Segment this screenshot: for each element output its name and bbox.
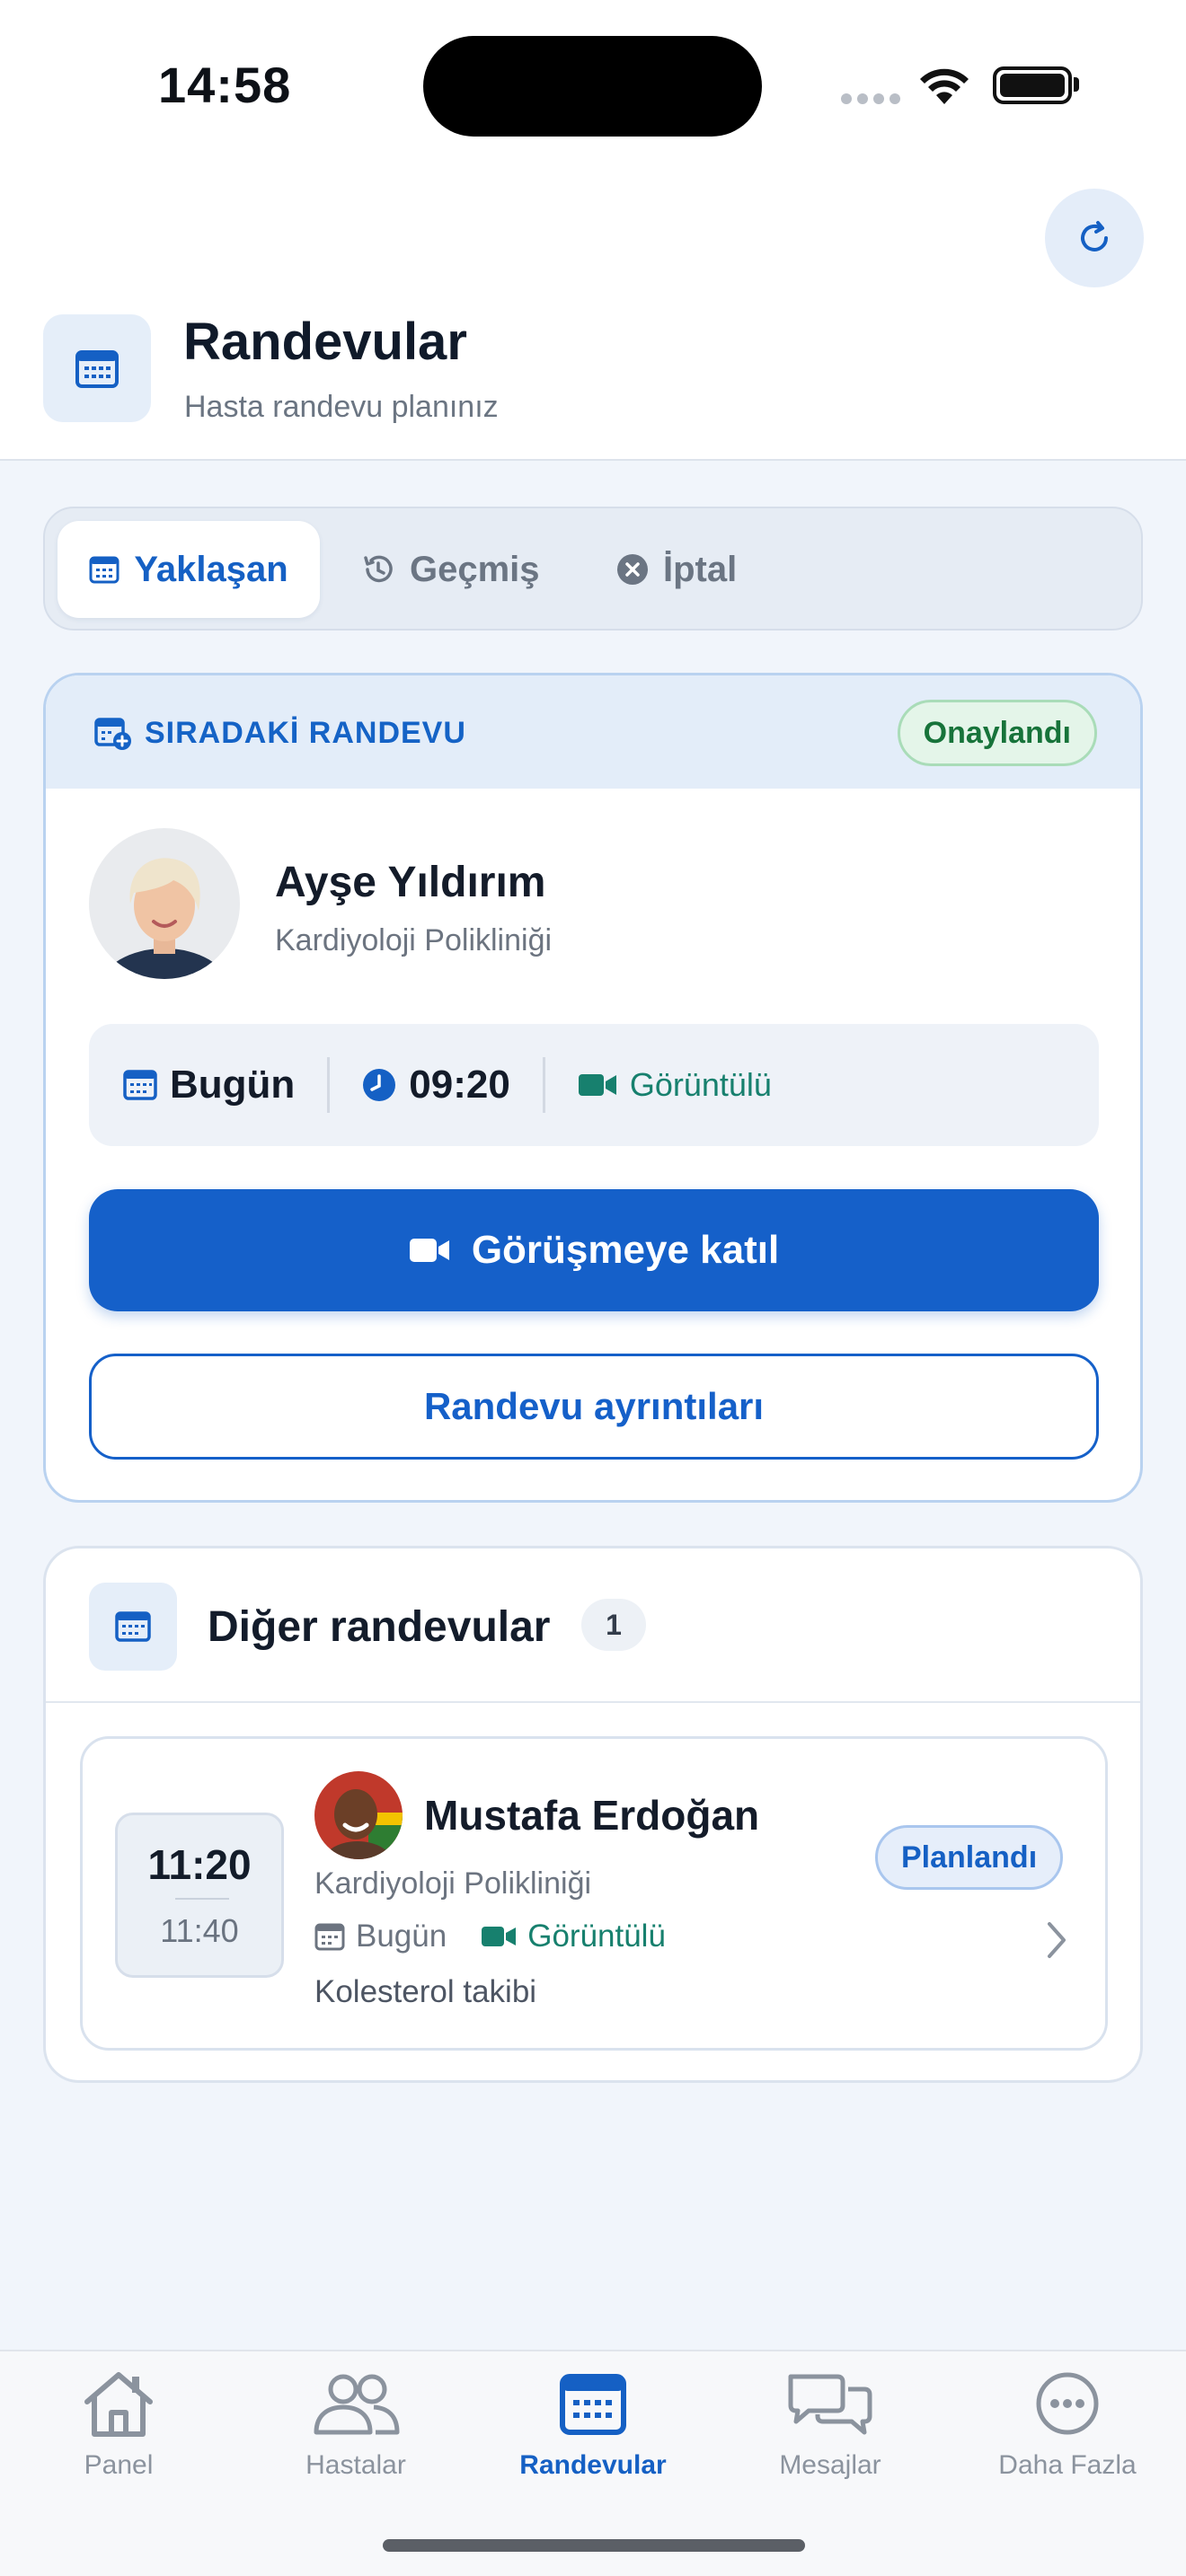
chevron-right-icon	[1044, 1920, 1069, 1964]
time-start: 11:20	[147, 1841, 252, 1888]
appointment-note: Kolesterol takibi	[314, 1974, 537, 2009]
tab-label: Geçmiş	[410, 549, 540, 589]
dynamic-island	[423, 36, 762, 137]
appointment-info-bar: Bugün 09:20 Görüntülü	[89, 1024, 1099, 1146]
appointment-count-badge: 1	[581, 1599, 646, 1651]
video-camera-icon	[482, 1927, 517, 1946]
appointment-name: Ayşe Yıldırım	[275, 859, 546, 906]
next-appointment-label: SIRADAKİ RANDEVU	[94, 716, 466, 751]
page-subtitle: Hasta randevu planınız	[184, 390, 499, 424]
users-icon	[314, 2374, 400, 2435]
appointment-department: Kardiyoloji Polikliniği	[275, 923, 553, 957]
appointment-list-item[interactable]: 11:20 11:40 Mustafa Erdoğan Kardiyoloji …	[80, 1736, 1108, 2051]
status-badge-confirmed: Onaylandı	[897, 700, 1097, 766]
join-call-button[interactable]: Görüşmeye katıl	[89, 1189, 1099, 1311]
calendar-icon	[560, 2374, 626, 2435]
other-appointments-card: Diğer randevular 1 11:20 11:40 Mustafa E…	[43, 1546, 1143, 2083]
appointment-time: 09:20	[362, 1063, 510, 1107]
tab-upcoming[interactable]: Yaklaşan	[58, 521, 320, 618]
tab-label: Yaklaşan	[134, 549, 288, 589]
page-title: Randevular	[183, 313, 467, 371]
calendar-icon	[89, 556, 119, 584]
appointment-details-button[interactable]: Randevu ayrıntıları	[89, 1354, 1099, 1460]
tab-cancelled[interactable]: İptal	[616, 521, 737, 618]
appointment-type: Görüntülü	[578, 1066, 772, 1104]
page-calendar-badge	[43, 314, 151, 422]
home-icon	[84, 2372, 153, 2437]
next-appointment-card: SIRADAKİ RANDEVU Onaylandı Ayşe Yıldırım…	[43, 673, 1143, 1503]
patient-department: Kardiyoloji Polikliniği	[314, 1866, 592, 1901]
more-icon	[1036, 2372, 1099, 2435]
appointment-tabs: Yaklaşan Geçmiş İptal	[43, 507, 1143, 631]
chat-icon	[788, 2374, 872, 2435]
cancel-circle-icon	[617, 554, 648, 585]
refresh-icon	[1081, 221, 1108, 251]
divider	[46, 1701, 1140, 1703]
tab-past[interactable]: Geçmiş	[361, 521, 540, 618]
time-range: 11:20 11:40	[115, 1813, 284, 1978]
nav-patients[interactable]: Hastalar	[237, 2369, 474, 2481]
calendar-icon	[314, 1923, 345, 1951]
other-calendar-badge	[89, 1583, 177, 1671]
avatar	[314, 1771, 403, 1859]
refresh-button[interactable]	[1045, 189, 1144, 287]
wifi-icon	[916, 65, 972, 110]
tab-label: İptal	[663, 549, 738, 589]
video-camera-icon	[578, 1074, 616, 1096]
calendar-icon	[75, 350, 119, 388]
nav-appointments[interactable]: Randevular	[474, 2369, 712, 2481]
status-time: 14:58	[158, 57, 292, 113]
patient-name: Mustafa Erdoğan	[424, 1792, 760, 1839]
time-end: 11:40	[160, 1912, 239, 1949]
other-appointments-title: Diğer randevular	[208, 1603, 551, 1651]
home-indicator	[383, 2539, 805, 2552]
cellular-signal-icon	[841, 93, 906, 109]
avatar	[89, 828, 240, 979]
nav-panel[interactable]: Panel	[0, 2369, 237, 2481]
calendar-icon	[123, 1070, 157, 1100]
appointment-meta: Bugün Görüntülü	[314, 1919, 666, 1954]
calendar-add-icon	[94, 717, 131, 750]
nav-more[interactable]: Daha Fazla	[949, 2369, 1186, 2481]
video-camera-icon	[409, 1239, 449, 1262]
clock-icon	[363, 1069, 396, 1101]
status-badge-scheduled: Planlandı	[875, 1825, 1064, 1890]
history-icon	[364, 555, 393, 583]
nav-messages[interactable]: Mesajlar	[712, 2369, 949, 2481]
battery-icon	[993, 66, 1072, 104]
calendar-icon	[115, 1611, 151, 1642]
appointment-day: Bugün	[123, 1063, 295, 1107]
